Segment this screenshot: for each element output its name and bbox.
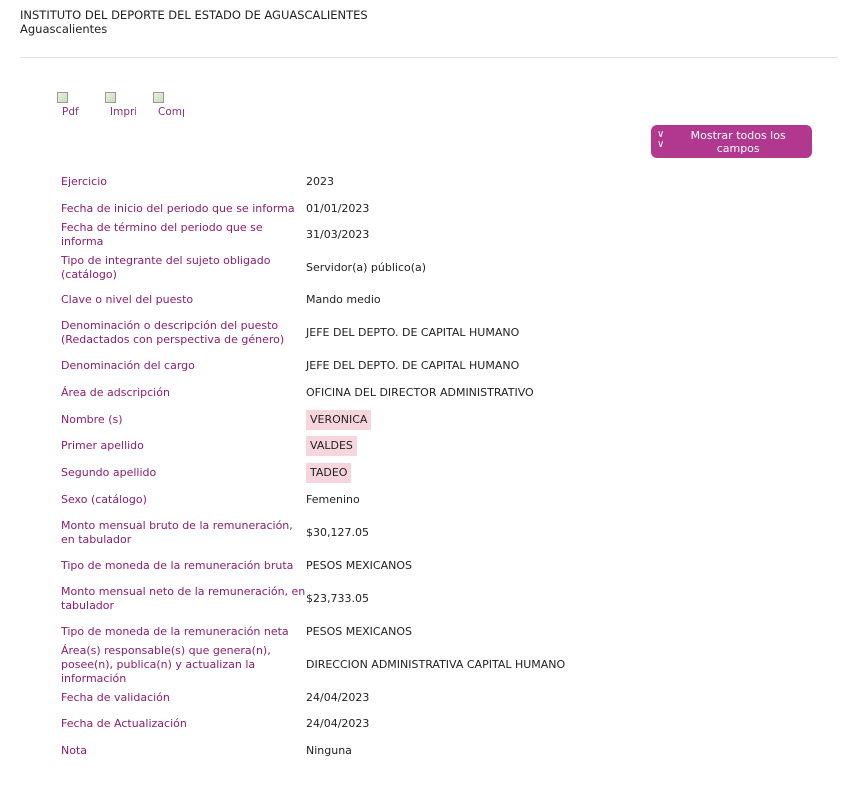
field-label: Tipo de integrante del sujeto obligado (… [61, 253, 271, 281]
export-share-label: Comp [158, 106, 184, 118]
field-value-highlighted: TADEO [306, 462, 352, 483]
chevron-double-down-icon: ∨ ∨ [657, 128, 665, 150]
field-row-denominacion-cargo: Denominación del cargo JEFE DEL DEPTO. D… [61, 353, 821, 379]
field-row-monto-bruto: Monto mensual bruto de la remuneración, … [61, 513, 821, 552]
field-row-fecha-termino: Fecha de término del periodo que se info… [61, 221, 821, 248]
share-icon [153, 92, 164, 103]
header-divider [20, 57, 838, 58]
field-label: Área de adscripción [61, 385, 170, 399]
field-label: Primer apellido [61, 439, 144, 452]
field-value: Mando medio [306, 293, 381, 306]
field-value: JEFE DEL DEPTO. DE CAPITAL HUMANO [306, 359, 520, 372]
header: INSTITUTO DEL DEPORTE DEL ESTADO DE AGUA… [20, 8, 368, 36]
field-value: JEFE DEL DEPTO. DE CAPITAL HUMANO [306, 326, 520, 339]
field-value: OFICINA DEL DIRECTOR ADMINISTRATIVO [306, 385, 534, 399]
field-label: Segundo apellido [61, 465, 157, 479]
field-row-fecha-actualizacion: Fecha de Actualización 24/04/2023 [61, 711, 821, 737]
field-label: Fecha de validación [61, 690, 170, 704]
highlighted-text: VALDES [306, 436, 357, 456]
field-value: 01/01/2023 [306, 201, 370, 215]
field-value: Ninguna [306, 743, 352, 757]
export-share-link[interactable]: Comp [153, 92, 201, 120]
highlighted-text: VERONICA [306, 409, 372, 430]
field-label: Nota [61, 743, 88, 757]
pdf-icon [57, 92, 68, 103]
field-row-nombre: Nombre (s) VERONICA [61, 406, 821, 433]
field-value: 24/04/2023 [306, 690, 370, 704]
field-value-highlighted: VERONICA [306, 409, 372, 430]
field-value: PESOS MEXICANOS [306, 624, 412, 638]
field-row-area-responsable: Área(s) responsable(s) que genera(n), po… [61, 643, 821, 685]
export-pdf-label: Pdf [62, 106, 79, 118]
field-value: 2023 [306, 174, 334, 188]
export-print-label: Impri [110, 106, 136, 118]
field-value: Femenino [306, 492, 360, 506]
fields-list: Ejercicio 2023 Fecha de inicio del perio… [61, 168, 821, 764]
field-label: Ejercicio [61, 174, 107, 188]
field-row-nota: Nota Ninguna [61, 737, 821, 764]
export-toolbar: Pdf Impri Comp [57, 92, 201, 120]
field-label: Fecha de inicio del periodo que se infor… [61, 201, 295, 215]
field-row-area-adscripcion: Área de adscripción OFICINA DEL DIRECTOR… [61, 379, 821, 406]
show-all-fields-button[interactable]: ∨ ∨ Mostrar todos los campos [651, 125, 812, 158]
field-row-monto-neto: Monto mensual neto de la remuneración, e… [61, 579, 821, 618]
field-label: Tipo de moneda de la remuneración bruta [61, 558, 294, 572]
field-row-ejercicio: Ejercicio 2023 [61, 168, 821, 195]
field-row-fecha-validacion: Fecha de validación 24/04/2023 [61, 684, 821, 711]
field-row-primer-apellido: Primer apellido VALDES [61, 433, 821, 459]
print-icon [105, 92, 116, 103]
field-label: Denominación o descripción del puesto (R… [61, 319, 285, 346]
field-label: Denominación del cargo [61, 359, 195, 372]
field-label: Área(s) responsable(s) que genera(n), po… [61, 643, 271, 685]
show-all-fields-label: Mostrar todos los campos [690, 128, 786, 155]
field-value: Servidor(a) público(a) [306, 260, 427, 274]
field-row-fecha-inicio: Fecha de inicio del periodo que se infor… [61, 195, 821, 222]
field-label: Clave o nivel del puesto [61, 293, 194, 306]
field-row-denominacion-puesto: Denominación o descripción del puesto (R… [61, 313, 821, 353]
field-row-segundo-apellido: Segundo apellido TADEO [61, 459, 821, 486]
export-pdf-link[interactable]: Pdf [57, 92, 105, 120]
field-value: DIRECCION ADMINISTRATIVA CAPITAL HUMANO [306, 657, 566, 671]
field-row-moneda-neta: Tipo de moneda de la remuneración neta P… [61, 618, 821, 645]
field-value: $23,733.05 [306, 591, 369, 605]
field-value: $30,127.05 [306, 525, 369, 539]
field-row-tipo-integrante: Tipo de integrante del sujeto obligado (… [61, 248, 821, 287]
field-row-clave-puesto: Clave o nivel del puesto Mando medio [61, 287, 821, 313]
field-label: Fecha de Actualización [61, 717, 187, 730]
institution-name: INSTITUTO DEL DEPORTE DEL ESTADO DE AGUA… [20, 8, 368, 22]
field-label: Tipo de moneda de la remuneración neta [61, 624, 289, 638]
field-label: Monto mensual neto de la remuneración, e… [61, 584, 306, 612]
page: INSTITUTO DEL DEPORTE DEL ESTADO DE AGUA… [0, 0, 861, 793]
field-label: Fecha de término del periodo que se info… [61, 221, 263, 248]
field-value: PESOS MEXICANOS [306, 558, 412, 572]
institution-location: Aguascalientes [20, 22, 108, 36]
field-row-moneda-bruta: Tipo de moneda de la remuneración bruta … [61, 552, 821, 579]
field-value: 31/03/2023 [306, 228, 370, 241]
field-label: Monto mensual bruto de la remuneración, … [61, 518, 293, 546]
field-label: Nombre (s) [61, 412, 123, 426]
field-label: Sexo (catálogo) [61, 492, 147, 506]
field-row-sexo: Sexo (catálogo) Femenino [61, 486, 821, 513]
field-value-highlighted: VALDES [306, 436, 357, 456]
export-print-link[interactable]: Impri [105, 92, 153, 120]
field-value: 24/04/2023 [306, 717, 370, 730]
highlighted-text: TADEO [306, 462, 352, 483]
